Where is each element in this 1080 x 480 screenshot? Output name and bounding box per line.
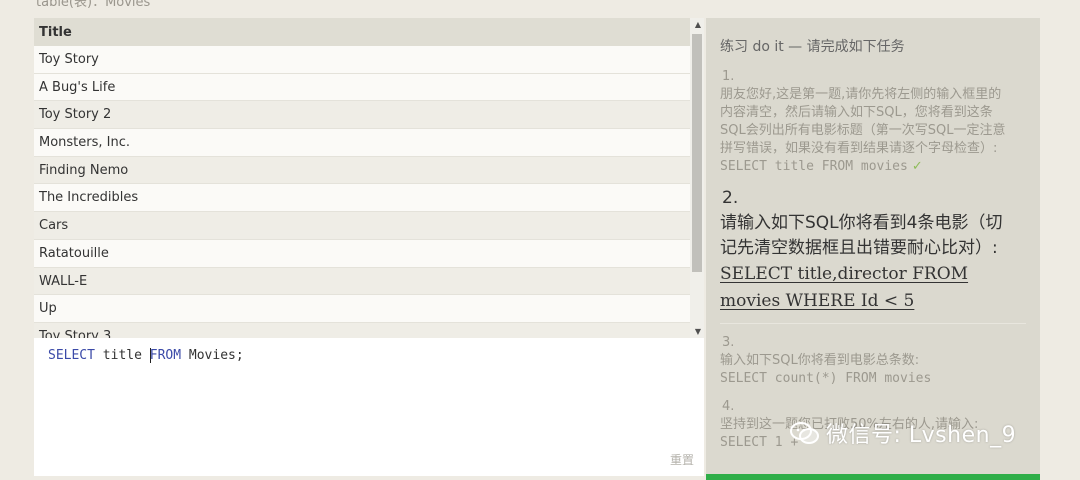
wechat-icon (790, 421, 820, 451)
submit-bar[interactable] (706, 474, 1040, 480)
table-row: Monsters, Inc. (34, 129, 704, 157)
wechat-watermark: 微信号: Lvshen_9 (790, 417, 1016, 451)
scrollbar-thumb[interactable] (692, 34, 702, 272)
table-row: A Bug's Life (34, 73, 704, 102)
task-item-2: 2. 请输入如下SQL你将看到4条电影（切记先清空数据框且出错要耐心比对）: S… (720, 186, 1026, 324)
sql-text-title: title (94, 348, 150, 363)
sql-keyword-from: FROM (149, 348, 182, 363)
table-scrollbar[interactable]: ▲ ▼ (690, 18, 704, 338)
table-row: Finding Nemo (34, 156, 704, 185)
task-text: 输入如下SQL你将看到电影总条数: (720, 353, 920, 368)
task-number: 3. (722, 335, 735, 350)
sql-keyword-select: SELECT (48, 348, 95, 363)
task-code: SELECT title,director FROM movies WHERE … (720, 264, 969, 311)
sql-editor[interactable]: SELECT title FROM Movies; 重置 (34, 338, 704, 476)
task-item-1: 1. 朋友您好,这是第一题,请你先将左侧的输入框里的内容清空，然后请输入如下SQ… (720, 68, 1026, 176)
table-row: WALL-E (34, 267, 704, 296)
results-table: Title Toy Story A Bug's Life Toy Story 2… (34, 18, 704, 338)
task-code: SELECT title FROM movies (720, 159, 908, 174)
table-row: Up (34, 295, 704, 323)
table-body: Toy Story A Bug's Life Toy Story 2 Monst… (34, 46, 704, 338)
table-row: Toy Story (34, 46, 704, 74)
sql-text-movies: Movies; (181, 348, 244, 363)
task-panel-title: 练习 do it — 请完成如下任务 (720, 39, 905, 55)
table-row: Cars (34, 212, 704, 240)
task-item-3: 3. 输入如下SQL你将看到电影总条数: SELECT count(*) FRO… (720, 334, 1026, 388)
table-row: Ratatouille (34, 239, 704, 268)
reset-button[interactable]: 重置 (670, 451, 694, 468)
task-panel: 练习 do it — 请完成如下任务 1. 朋友您好,这是第一题,请你先将左侧的… (706, 18, 1040, 474)
column-header-title: Title (34, 18, 704, 46)
check-icon: ✓ (911, 159, 923, 174)
scroll-up-arrow-icon[interactable]: ▲ (695, 20, 701, 29)
table-row: Toy Story 3 (34, 322, 704, 338)
table-caption: table(表)：Movies (36, 0, 151, 10)
watermark-text: 微信号: Lvshen_9 (826, 423, 1017, 448)
task-number: 2. (722, 188, 739, 208)
table-row: Toy Story 2 (34, 101, 704, 130)
task-text: 请输入如下SQL你将看到4条电影（切记先清空数据框且出错要耐心比对）: (720, 213, 1003, 258)
scroll-down-arrow-icon[interactable]: ▼ (695, 327, 701, 336)
task-text: 朋友您好,这是第一题,请你先将左侧的输入框里的内容清空，然后请输入如下SQL，您… (720, 87, 1006, 156)
table-row: The Incredibles (34, 184, 704, 213)
task-code: SELECT count(*) FROM movies (720, 371, 932, 386)
task-number: 4. (722, 399, 735, 414)
task-code: SELECT 1 + (720, 435, 799, 450)
task-number: 1. (722, 69, 735, 84)
